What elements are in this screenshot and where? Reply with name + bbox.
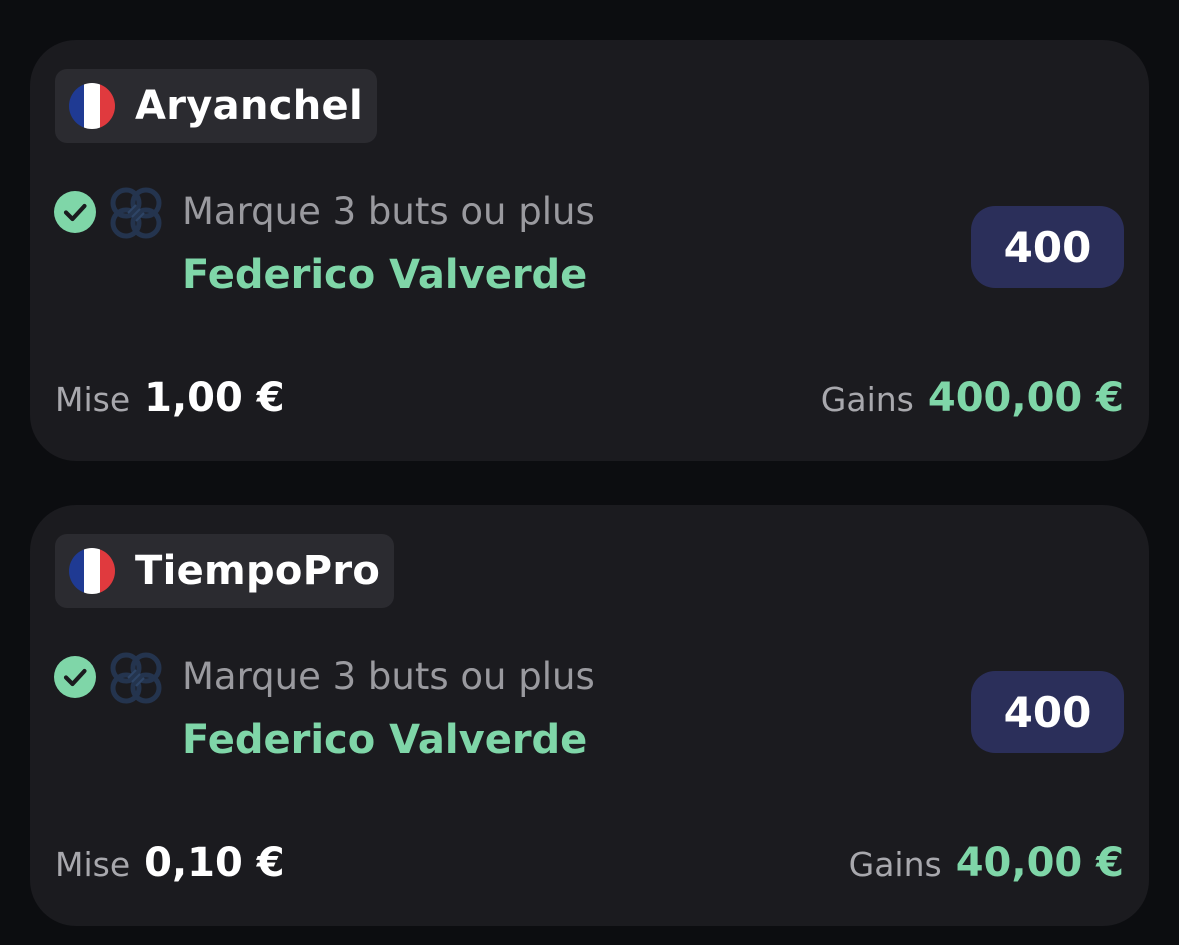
username: Aryanchel: [135, 83, 363, 129]
player-name: Federico Valverde: [182, 252, 588, 298]
user-chip[interactable]: Aryanchel: [55, 69, 377, 143]
bet-card[interactable]: TiempoPro Marque 3 buts ou plus Federico…: [30, 505, 1149, 926]
stake-label: Mise: [55, 845, 131, 884]
username: TiempoPro: [135, 548, 381, 594]
odds-badge[interactable]: 400: [971, 206, 1124, 288]
bet-card[interactable]: Aryanchel Marque 3 buts ou plus Federico…: [30, 40, 1149, 461]
stake-amount: 1,00 €: [144, 375, 285, 421]
player-name: Federico Valverde: [182, 717, 588, 763]
odds-badge[interactable]: 400: [971, 671, 1124, 753]
winnings-label: Gains: [820, 380, 914, 419]
france-flag-icon: [69, 83, 115, 129]
winnings-amount: 400,00 €: [927, 375, 1124, 421]
winnings-row: Gains 40,00 €: [849, 840, 1124, 886]
check-circle-icon: [54, 191, 96, 233]
stake-label: Mise: [55, 380, 131, 419]
market-name: Marque 3 buts ou plus: [182, 655, 595, 698]
winnings-row: Gains 400,00 €: [821, 375, 1124, 421]
team-crest-icon: [110, 187, 162, 239]
team-crest-icon: [110, 652, 162, 704]
check-circle-icon: [54, 656, 96, 698]
france-flag-icon: [69, 548, 115, 594]
stake-row: Mise 0,10 €: [55, 840, 285, 886]
user-chip[interactable]: TiempoPro: [55, 534, 395, 608]
winnings-amount: 40,00 €: [955, 840, 1124, 886]
winnings-label: Gains: [848, 845, 942, 884]
market-name: Marque 3 buts ou plus: [182, 190, 595, 233]
stake-row: Mise 1,00 €: [55, 375, 285, 421]
stake-amount: 0,10 €: [144, 840, 285, 886]
